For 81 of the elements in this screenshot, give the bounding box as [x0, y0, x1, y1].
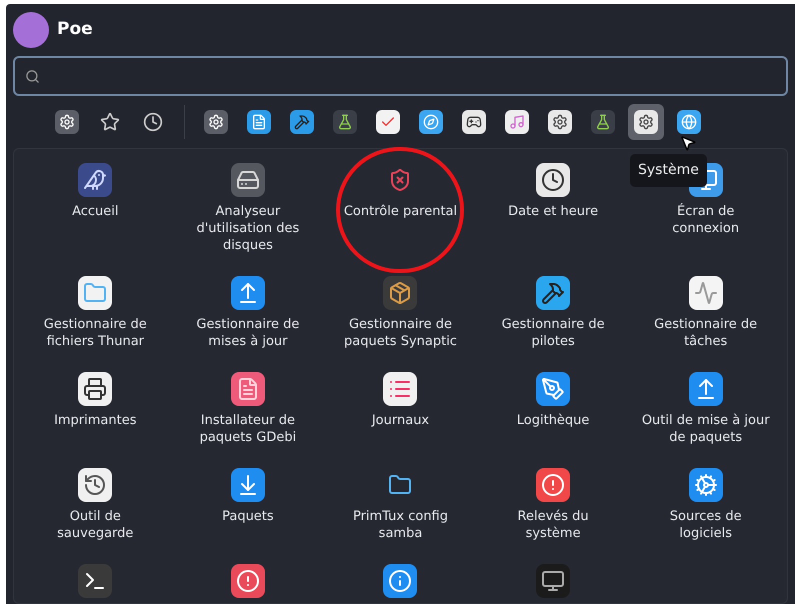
app-item[interactable]: Outil de sauvegarde	[31, 468, 160, 542]
alert-icon	[536, 468, 570, 502]
compass-icon	[419, 110, 443, 134]
app-label: Contrôle parental	[342, 203, 458, 220]
avatar	[13, 12, 49, 48]
check-icon	[376, 110, 400, 134]
document-icon	[247, 110, 271, 134]
flask-icon	[333, 110, 357, 134]
document-icon	[230, 372, 265, 406]
search-field[interactable]	[13, 56, 788, 96]
app-item[interactable]: PrimTux config samba	[336, 468, 464, 542]
app-label: Gestionnaire de pilotes	[500, 316, 606, 350]
app-label: Sources de logiciels	[668, 508, 743, 542]
clock-icon	[536, 163, 570, 197]
app-label: Installateur de paquets GDebi	[198, 412, 298, 446]
app-item[interactable]: Installateur de paquets GDebi	[184, 372, 312, 446]
update-icon	[688, 372, 723, 406]
app-label: Outil de sauvegarde	[56, 508, 134, 542]
update-icon	[230, 276, 265, 310]
app-label: PrimTux config samba	[352, 508, 449, 542]
app-label: Journaux	[370, 412, 430, 429]
app-label: Gestionnaire de mises à jour	[195, 316, 300, 350]
activity-icon	[688, 276, 723, 310]
app-label: Accueil	[71, 203, 120, 220]
app-item[interactable]: Gestionnaire de fichiers Thunar	[31, 276, 160, 350]
app-item[interactable]: Journaux	[336, 372, 464, 446]
tooltip: Système	[630, 154, 707, 187]
alert-icon	[230, 564, 265, 598]
app-item[interactable]: Relevés du système	[489, 468, 618, 542]
hammer-icon	[536, 276, 570, 310]
app-item[interactable]: Logithèque	[489, 372, 618, 446]
app-item[interactable]: Accueil	[31, 163, 160, 254]
app-label: Gestionnaire de tâches	[653, 316, 758, 350]
app-item[interactable]: Gestionnaire de paquets Synaptic	[336, 276, 464, 350]
list-icon	[383, 372, 418, 406]
gamepad-icon	[462, 110, 486, 134]
hammer-icon	[290, 110, 314, 134]
app-item[interactable]: Gestionnaire de pilotes	[489, 276, 618, 350]
app-label: Relevés du système	[516, 508, 590, 542]
gear-icon	[55, 110, 79, 134]
info-icon	[383, 564, 418, 598]
clock-icon	[141, 110, 165, 134]
music-icon	[505, 110, 529, 134]
cursor-icon	[679, 134, 697, 152]
category-tab[interactable]	[628, 104, 664, 140]
app-label: Date et heure	[507, 203, 600, 220]
folder-icon	[78, 276, 112, 310]
package-icon	[383, 276, 418, 310]
app-item[interactable]: Outil de mise à jour de paquets	[642, 372, 770, 446]
monitor-icon	[536, 564, 570, 598]
app-item[interactable]: Gestionnaire de tâches	[642, 276, 770, 350]
app-label: Outil de mise à jour de paquets	[642, 412, 770, 446]
app-item[interactable]: Gestionnaire de mises à jour	[184, 276, 312, 350]
gear-icon	[548, 110, 572, 134]
app-label: Écran de connexion	[671, 203, 740, 237]
globe-icon	[677, 110, 701, 134]
pen-tool-icon	[536, 372, 570, 406]
app-label: Gestionnaire de fichiers Thunar	[42, 316, 148, 350]
app-item[interactable]: Paquets	[184, 468, 312, 542]
app-item[interactable]: Contrôle parental	[336, 163, 464, 254]
gear-icon	[688, 468, 723, 502]
search-icon	[25, 68, 40, 84]
app-item[interactable]: Analyseur d'utilisation des disques	[184, 163, 312, 254]
terminal-icon	[78, 564, 112, 598]
app-item[interactable]: Date et heure	[489, 163, 618, 254]
bird-icon	[78, 163, 112, 197]
gear-icon	[204, 110, 228, 134]
flask-icon	[591, 110, 615, 134]
download-icon	[230, 468, 265, 502]
app-label: Imprimantes	[53, 412, 138, 429]
gear-icon	[634, 110, 658, 134]
app-item[interactable]: Sources de logiciels	[642, 468, 770, 542]
app-label: Gestionnaire de paquets Synaptic	[342, 316, 458, 350]
app-label: Paquets	[221, 508, 275, 525]
app-label: Analyseur d'utilisation des disques	[195, 203, 300, 254]
hard-drive-icon	[230, 163, 265, 197]
printer-icon	[78, 372, 112, 406]
history-icon	[78, 468, 112, 502]
app-item[interactable]: Imprimantes	[31, 372, 160, 446]
app-label: Logithèque	[516, 412, 590, 429]
user-name: Poe	[57, 18, 93, 42]
